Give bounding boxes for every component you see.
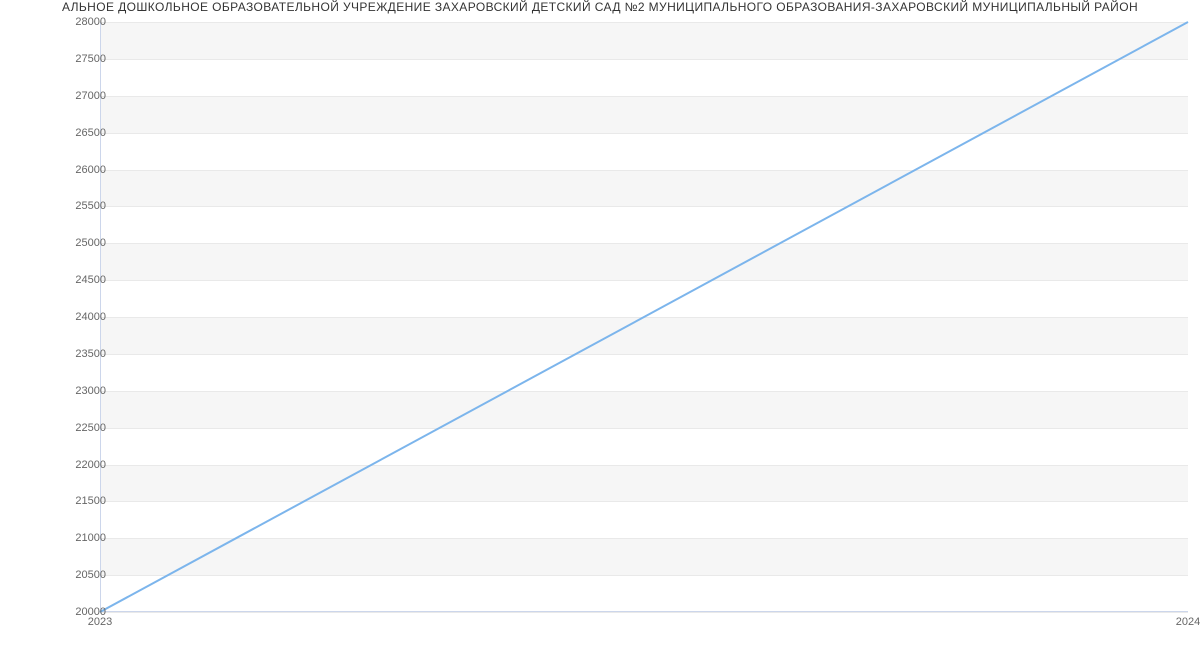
y-tick-label: 22000 xyxy=(75,459,106,471)
y-tick-label: 20500 xyxy=(75,569,106,581)
x-tick-label: 2023 xyxy=(88,616,112,628)
y-tick-label: 25000 xyxy=(75,237,106,249)
line-series xyxy=(100,22,1188,612)
chart-title: АЛЬНОЕ ДОШКОЛЬНОЕ ОБРАЗОВАТЕЛЬНОЙ УЧРЕЖД… xyxy=(0,0,1200,14)
y-tick-label: 21500 xyxy=(75,495,106,507)
plot-area xyxy=(100,22,1188,612)
y-tick-label: 24000 xyxy=(75,311,106,323)
y-tick-label: 21000 xyxy=(75,532,106,544)
y-tick-label: 23500 xyxy=(75,348,106,360)
y-tick-label: 24500 xyxy=(75,274,106,286)
y-tick-label: 25500 xyxy=(75,200,106,212)
y-tick-label: 27000 xyxy=(75,90,106,102)
grid-line xyxy=(100,612,1188,613)
y-tick-label: 28000 xyxy=(75,16,106,28)
y-tick-label: 26000 xyxy=(75,164,106,176)
y-tick-label: 27500 xyxy=(75,53,106,65)
y-tick-label: 23000 xyxy=(75,385,106,397)
x-tick-label: 2024 xyxy=(1176,616,1200,628)
y-tick-label: 22500 xyxy=(75,422,106,434)
y-tick-label: 26500 xyxy=(75,127,106,139)
